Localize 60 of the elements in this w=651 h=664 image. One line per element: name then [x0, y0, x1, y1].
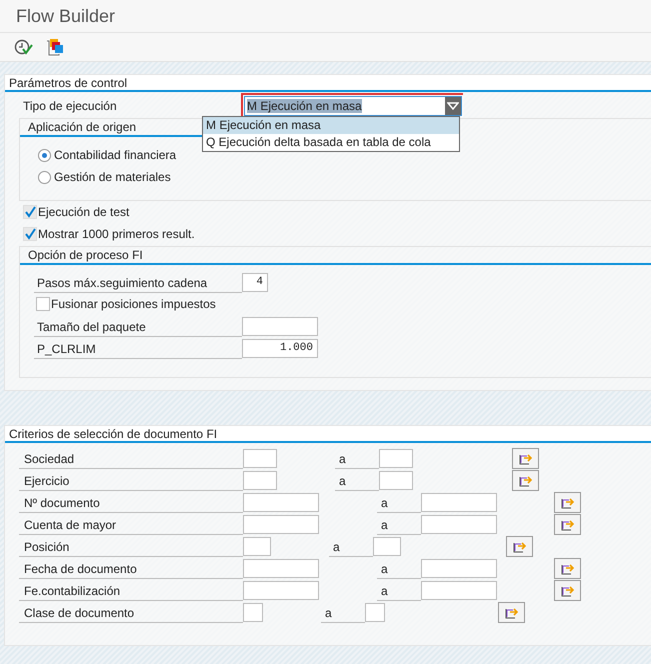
radio-button[interactable] [38, 148, 51, 162]
dropdown-option[interactable]: M Ejecución en masa [203, 117, 459, 134]
checkbox[interactable] [23, 205, 37, 219]
panel-title: Criterios de selección de documento FI [5, 426, 651, 443]
input-field[interactable] [242, 316, 318, 336]
input-field[interactable] [421, 514, 497, 534]
input-field[interactable] [243, 448, 277, 468]
chevron-down-icon [447, 101, 459, 111]
input-field[interactable] [365, 602, 385, 622]
multiple-selection-button[interactable] [512, 448, 539, 468]
input-field[interactable]: 1.000 [242, 338, 318, 358]
field-label: Sociedad [19, 448, 243, 468]
dropdown-field[interactable]: M Ejecución en masa [244, 96, 462, 116]
group-title: Opción de proceso FI [20, 247, 651, 265]
field-label: Nº documento [19, 492, 243, 512]
checkbox-label: Ejecución de test [38, 205, 130, 219]
input-field[interactable] [243, 602, 263, 622]
radio-label: Contabilidad financiera [54, 148, 176, 162]
input-field[interactable] [243, 492, 319, 512]
field-label: Ejercicio [19, 470, 243, 490]
input-field[interactable] [373, 536, 401, 556]
input-field[interactable] [421, 492, 497, 512]
window-title: Flow Builder [16, 6, 116, 26]
input-field[interactable] [243, 580, 319, 600]
variants-button[interactable] [44, 36, 66, 58]
multiple-selection-button[interactable] [498, 602, 525, 622]
checkbox[interactable] [23, 227, 37, 241]
input-field[interactable] [421, 580, 497, 600]
field-label: Tamaño del paquete [34, 316, 242, 336]
dropdown-option[interactable]: Q Ejecución delta basada en tabla de cola [203, 134, 459, 151]
multiple-selection-button[interactable] [512, 470, 539, 490]
multiple-selection-button[interactable] [554, 514, 581, 534]
field-label: Fecha de documento [19, 558, 243, 578]
radio-label: Gestión de materiales [54, 170, 171, 184]
multiple-selection-button[interactable] [554, 580, 581, 600]
multiple-selection-button[interactable] [554, 558, 581, 578]
input-field[interactable] [243, 536, 271, 556]
field-label: Fe.contabilización [19, 580, 243, 600]
input-field[interactable] [243, 514, 319, 534]
input-field[interactable] [243, 558, 319, 578]
stacked-squares-icon [46, 38, 64, 56]
checkbox-label: Mostrar 1000 primeros result. [38, 227, 195, 241]
field-label: Pasos máx.seguimiento cadena [34, 272, 242, 292]
input-field[interactable]: 4 [242, 272, 268, 292]
multiple-selection-button[interactable] [554, 492, 581, 512]
input-field[interactable] [243, 470, 277, 490]
radio-button[interactable] [38, 170, 51, 184]
field-label: P_CLRLIM [34, 338, 242, 358]
multiple-selection-button[interactable] [506, 536, 533, 556]
input-field[interactable] [379, 470, 413, 490]
checkbox-label: Fusionar posiciones impuestos [51, 297, 216, 311]
clock-check-icon [14, 38, 34, 56]
panel-title: Parámetros de control [5, 75, 651, 92]
input-field[interactable] [379, 448, 413, 468]
field-label: Posición [19, 536, 243, 556]
field-label: Clase de documento [19, 602, 243, 622]
input-field[interactable] [421, 558, 497, 578]
field-label: Cuenta de mayor [19, 514, 243, 534]
field-label: Tipo de ejecución [22, 99, 118, 113]
checkbox[interactable] [36, 297, 50, 311]
